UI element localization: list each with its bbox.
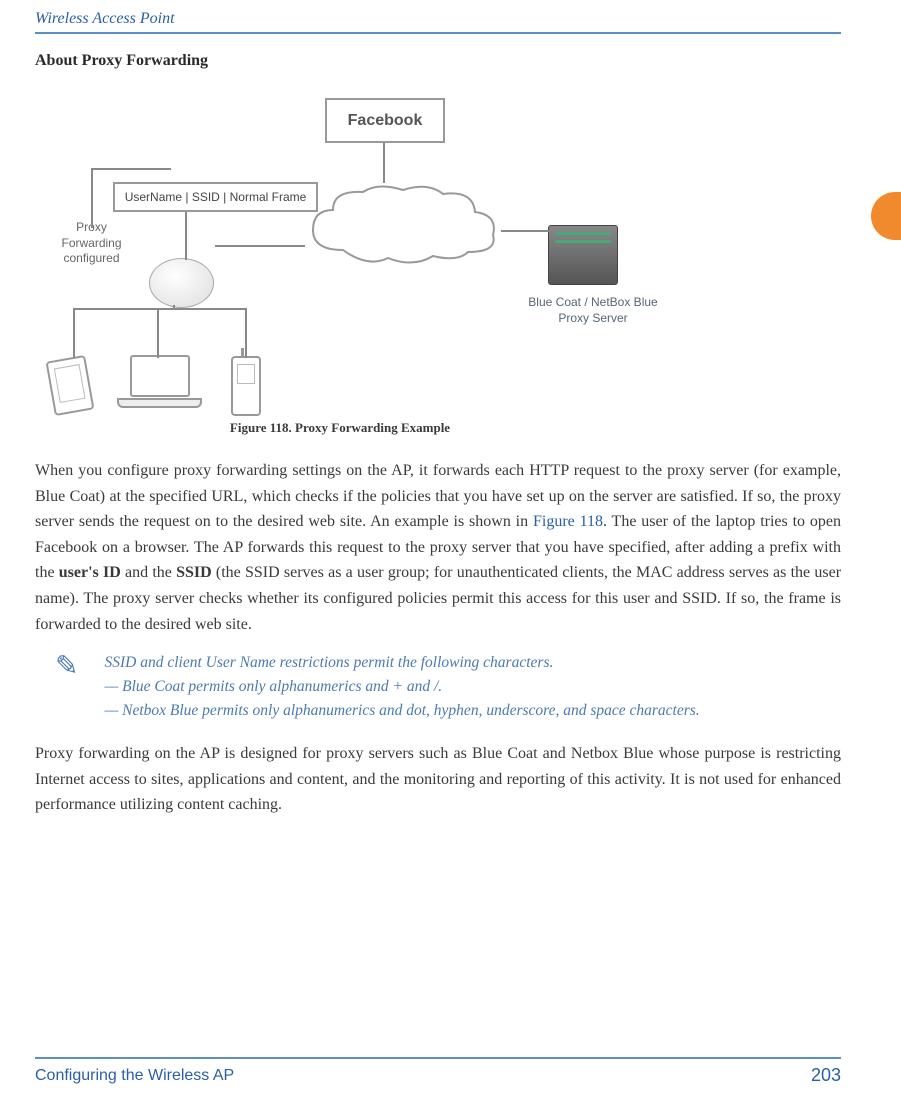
figure-container: Facebook UserName | SSID | Normal Frame … — [35, 90, 841, 436]
note-line: SSID and client User Name restrictions p… — [104, 651, 699, 675]
connector-line — [245, 308, 247, 358]
connector-line — [91, 168, 171, 170]
pencil-icon: ✎ — [55, 649, 78, 683]
paragraph-2: Proxy forwarding on the AP is designed f… — [35, 741, 841, 818]
facebook-box: Facebook — [325, 98, 445, 143]
note-text: SSID and client User Name restrictions p… — [104, 651, 699, 723]
connector-line — [215, 245, 305, 247]
connector-line — [73, 308, 247, 310]
connector-line — [185, 212, 187, 260]
footer-section-title: Configuring the Wireless AP — [35, 1067, 234, 1085]
frame-label-box: UserName | SSID | Normal Frame — [113, 182, 318, 212]
note-block: ✎ SSID and client User Name restrictions… — [55, 651, 841, 723]
page-number: 203 — [811, 1065, 841, 1086]
paragraph-1: When you configure proxy forwarding sett… — [35, 458, 841, 637]
connector-line — [91, 168, 93, 228]
access-point-icon — [149, 258, 214, 308]
figure-caption: Figure 118. Proxy Forwarding Example — [45, 420, 635, 436]
connector-line — [73, 308, 75, 358]
phone-icon — [231, 356, 261, 416]
laptop-icon — [117, 355, 202, 415]
section-heading: About Proxy Forwarding — [35, 52, 841, 70]
paragraph-text: and the — [121, 564, 176, 581]
proxy-server-label: Blue Coat / NetBox Blue Proxy Server — [513, 295, 673, 326]
cloud-icon — [303, 180, 503, 275]
bold-text: user's ID — [59, 564, 121, 581]
note-line: — Blue Coat permits only alphanumerics a… — [104, 675, 699, 699]
page-footer: Configuring the Wireless AP 203 — [35, 1057, 841, 1086]
bold-text: SSID — [176, 564, 212, 581]
proxy-forwarding-diagram: Facebook UserName | SSID | Normal Frame … — [45, 90, 665, 420]
connector-line — [501, 230, 549, 232]
connector-line — [173, 305, 175, 310]
proxy-server-icon — [548, 225, 618, 285]
connector-line — [157, 308, 159, 358]
figure-link[interactable]: Figure 118 — [533, 513, 603, 530]
note-line: — Netbox Blue permits only alphanumerics… — [104, 699, 699, 723]
page-header-title: Wireless Access Point — [35, 10, 841, 34]
connector-line — [383, 143, 385, 183]
tablet-icon — [46, 355, 95, 416]
